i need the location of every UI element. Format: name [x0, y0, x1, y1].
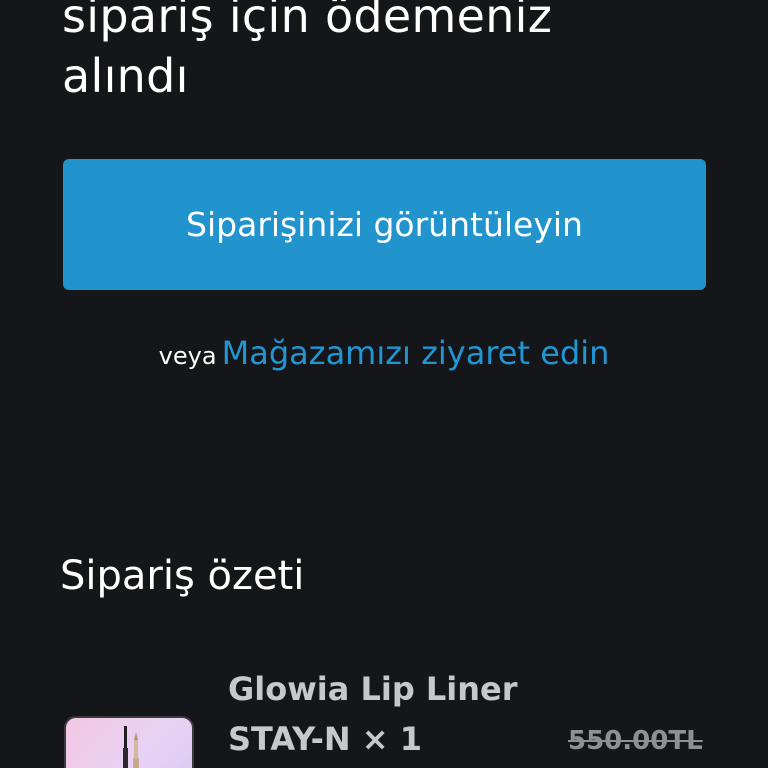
product-name-line1: Glowia Lip Liner	[228, 670, 518, 708]
order-summary-title: Sipariş özeti	[60, 553, 305, 599]
confirmation-heading-line2: alındı	[62, 49, 189, 103]
view-order-button-label: Siparişinizi görüntüleyin	[186, 205, 583, 244]
lip-liner-product-image	[123, 726, 139, 768]
alt-action-line: veya Mağazamızı ziyaret edin	[0, 331, 768, 381]
product-original-price: 550.00TL	[568, 726, 703, 756]
view-order-button[interactable]: Siparişinizi görüntüleyin	[63, 159, 706, 290]
product-name-line2: STAY-N × 1	[228, 720, 422, 758]
visit-store-link[interactable]: Mağazamızı ziyaret edin	[222, 334, 610, 372]
product-name: Glowia Lip Liner STAY-N × 1	[228, 664, 548, 764]
confirmation-heading-line1: sipariş için ödemeniz	[62, 0, 553, 43]
product-thumbnail	[64, 716, 194, 768]
alt-prefix-text: veya	[158, 342, 217, 370]
confirmation-heading: sipariş için ödemeniz alındı	[62, 0, 722, 106]
